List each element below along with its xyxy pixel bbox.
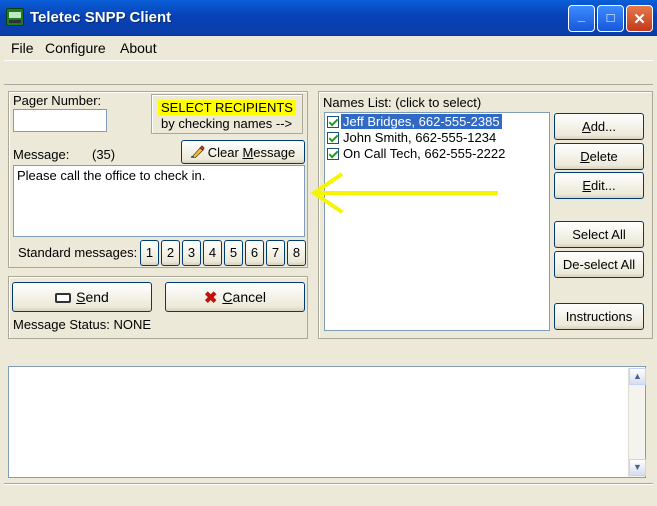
standard-message-7-button[interactable]: 7: [266, 240, 285, 266]
cancel-button[interactable]: ✖ Cancel: [165, 282, 305, 312]
standard-message-4-button[interactable]: 4: [203, 240, 222, 266]
scroll-down-icon[interactable]: ▼: [629, 459, 646, 476]
log-textarea[interactable]: [8, 366, 646, 478]
standard-message-6-button[interactable]: 6: [245, 240, 264, 266]
menu-bar: File Configure About: [0, 37, 657, 59]
checkbox-checked[interactable]: [327, 116, 339, 128]
standard-message-8-button[interactable]: 8: [287, 240, 306, 266]
deselect-all-button[interactable]: De-select All: [554, 251, 644, 278]
list-item[interactable]: On Call Tech, 662-555-2222: [327, 146, 549, 162]
window-title: Teletec SNPP Client: [30, 9, 172, 26]
add-label-u: A: [582, 119, 591, 134]
menu-about[interactable]: About: [120, 40, 157, 56]
standard-messages-label: Standard messages:: [18, 245, 138, 260]
maximize-button[interactable]: □: [597, 5, 624, 32]
delete-label-u: D: [580, 149, 590, 164]
cancel-x-icon: ✖: [204, 290, 218, 307]
pager-number-label: Pager Number:: [13, 93, 102, 108]
app-icon[interactable]: [6, 8, 24, 26]
toolbar: [4, 60, 653, 85]
pager-icon: [55, 293, 72, 303]
checkbox-checked[interactable]: [327, 148, 339, 160]
list-item[interactable]: Jeff Bridges, 662-555-2385: [327, 113, 549, 130]
message-textarea[interactable]: Please call the office to check in.: [13, 165, 305, 237]
name-label: Jeff Bridges, 662-555-2385: [340, 113, 503, 130]
instructions-button[interactable]: Instructions: [554, 303, 644, 330]
edit-button[interactable]: Edit...: [554, 172, 644, 199]
standard-message-1-button[interactable]: 1: [140, 240, 159, 266]
list-item[interactable]: John Smith, 662-555-1234: [327, 130, 549, 146]
close-icon: ✕: [633, 11, 646, 28]
checkbox-checked[interactable]: [327, 132, 339, 144]
edit-label-u: E: [582, 178, 592, 193]
names-list[interactable]: Jeff Bridges, 662-555-2385 John Smith, 6…: [324, 112, 550, 331]
edit-label-rest: dit...: [591, 178, 616, 193]
message-label: Message:: [13, 147, 70, 162]
eraser-icon: [190, 145, 205, 159]
standard-message-3-button[interactable]: 3: [182, 240, 201, 266]
add-button[interactable]: Add...: [554, 113, 644, 140]
clear-message-button[interactable]: Clear Message: [181, 140, 305, 164]
names-list-label: Names List: (click to select): [323, 95, 482, 110]
message-status: Message Status: NONE: [13, 317, 151, 332]
standard-message-2-button[interactable]: 2: [161, 240, 180, 266]
standard-message-5-button[interactable]: 5: [224, 240, 243, 266]
clear-message-label-b: M: [242, 145, 254, 160]
message-char-count: (35): [92, 147, 116, 162]
send-button[interactable]: Send: [12, 282, 152, 312]
send-label-rest: end: [85, 289, 109, 305]
minimize-button[interactable]: _: [568, 5, 595, 32]
pager-number-input[interactable]: [13, 109, 107, 132]
clear-message-label-c: essage: [253, 145, 296, 160]
maximize-icon: □: [606, 10, 615, 25]
add-label-rest: dd...: [590, 119, 616, 134]
delete-label-rest: elete: [589, 149, 618, 164]
scroll-up-icon[interactable]: ▲: [629, 368, 646, 385]
name-label: John Smith, 662-555-1234: [343, 130, 497, 145]
close-button[interactable]: ✕: [626, 5, 653, 32]
cancel-label-rest: ancel: [232, 289, 266, 305]
name-label: On Call Tech, 662-555-2222: [343, 146, 506, 161]
message-text: Please call the office to check in.: [17, 168, 206, 183]
status-bar: [4, 483, 653, 503]
clear-message-label-a: Clear: [207, 145, 243, 160]
hint-checking-names: by checking names -->: [161, 116, 293, 131]
arrow-annotation-icon: [310, 172, 498, 214]
minimize-icon: _: [577, 8, 586, 23]
hint-box: SELECT RECIPIENTS by checking names -->: [151, 94, 303, 134]
menu-configure[interactable]: Configure: [45, 40, 106, 56]
title-bar[interactable]: Teletec SNPP Client _ □ ✕: [0, 0, 657, 36]
hint-select-recipients: SELECT RECIPIENTS: [158, 100, 296, 115]
menu-file[interactable]: File: [11, 40, 34, 56]
cancel-label-u: C: [222, 289, 233, 305]
delete-button[interactable]: Delete: [554, 143, 644, 170]
log-scrollbar[interactable]: ▲ ▼: [628, 368, 646, 477]
select-all-button[interactable]: Select All: [554, 221, 644, 248]
